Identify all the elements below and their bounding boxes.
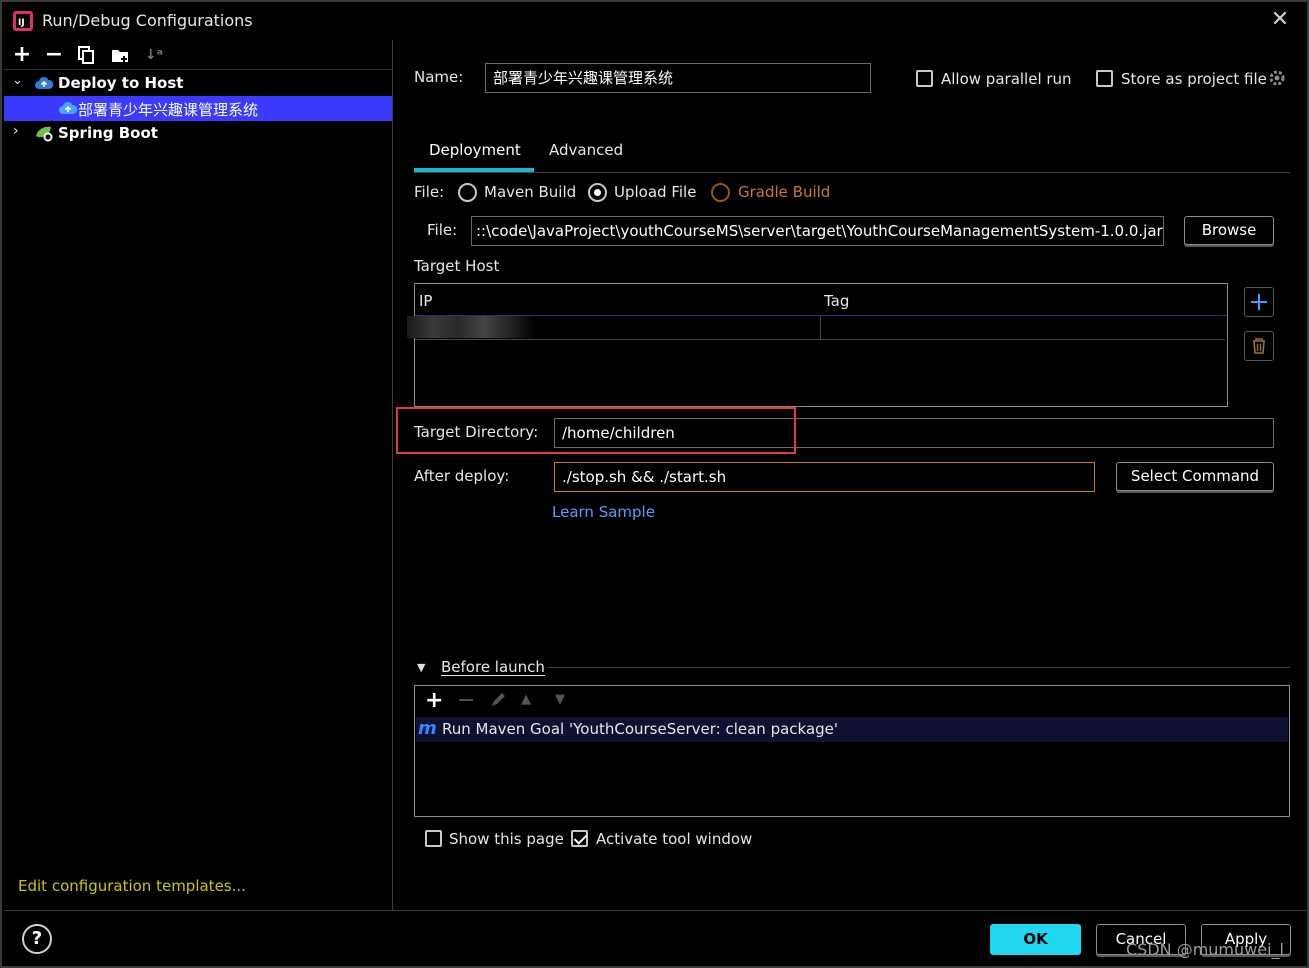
column-header-tag: Tag <box>824 292 850 310</box>
activate-tool-label: Activate tool window <box>596 830 753 848</box>
highlight-box <box>396 407 796 454</box>
maven-build-radio[interactable] <box>458 183 477 202</box>
cloud-upload-icon <box>58 100 78 120</box>
file-source-label: File: <box>414 183 445 201</box>
help-icon[interactable]: ? <box>22 924 52 954</box>
file-path-label: File: <box>427 221 458 239</box>
activate-tool-checkbox[interactable] <box>571 830 588 847</box>
upload-file-label: Upload File <box>614 183 697 201</box>
svg-text:IJ: IJ <box>18 18 25 28</box>
column-divider <box>820 316 821 340</box>
after-deploy-field[interactable]: ./stop.sh && ./start.sh <box>554 462 1095 492</box>
tab-deployment[interactable]: Deployment <box>429 141 521 159</box>
browse-button[interactable]: Browse <box>1184 216 1274 245</box>
tree-group-spring-boot[interactable]: › Spring Boot <box>4 121 392 146</box>
name-field[interactable]: 部署青少年兴趣课管理系统 <box>485 63 871 93</box>
maven-build-label: Maven Build <box>484 183 577 201</box>
allow-parallel-checkbox[interactable] <box>916 70 933 87</box>
store-project-checkbox[interactable] <box>1096 70 1113 87</box>
new-folder-icon[interactable] <box>108 44 132 68</box>
upload-file-radio[interactable] <box>588 183 607 202</box>
tree-item-deploy-config[interactable]: 部署青少年兴趣课管理系统 <box>4 96 392 121</box>
column-header-ip: IP <box>419 292 433 310</box>
allow-parallel-label: Allow parallel run <box>941 70 1072 88</box>
run-debug-dialog: IJ Run/Debug Configurations ✕ + − ↓ᵃ ⌄ D… <box>0 0 1309 968</box>
collapse-triangle-icon[interactable]: ▼ <box>417 661 425 674</box>
target-host-table: IP Tag <box>407 283 1228 407</box>
tree-item-label: 部署青少年兴趣课管理系统 <box>78 101 259 119</box>
name-label: Name: <box>414 68 464 86</box>
tab-active-indicator <box>414 168 534 172</box>
show-page-checkbox[interactable] <box>425 830 442 847</box>
show-page-label: Show this page <box>449 830 564 848</box>
sort-icon[interactable]: ↓ᵃ <box>142 44 166 68</box>
gradle-build-label: Gradle Build <box>738 183 831 201</box>
spring-boot-icon <box>34 124 54 146</box>
learn-sample-link[interactable]: Learn Sample <box>552 503 655 521</box>
target-host-label: Target Host <box>414 257 500 275</box>
watermark-text: CSDN @mumuwei_l <box>1126 940 1284 959</box>
before-launch-title[interactable]: Before launch <box>441 658 545 676</box>
ok-button[interactable]: OK <box>990 924 1081 955</box>
tree-group-deploy-to-host[interactable]: ⌄ Deploy to Host <box>4 71 392 96</box>
trash-icon[interactable] <box>1244 331 1274 361</box>
move-down-icon: ▼ <box>555 692 565 707</box>
file-path-field[interactable]: ::\code\JavaProject\youthCourseMS\server… <box>471 216 1164 246</box>
chevron-right-icon[interactable]: › <box>13 123 19 139</box>
remove-config-icon[interactable]: − <box>42 44 66 68</box>
tree-group-label: Deploy to Host <box>58 74 184 92</box>
before-launch-separator <box>548 667 1290 668</box>
tab-advanced[interactable]: Advanced <box>549 141 623 159</box>
after-deploy-label: After deploy: <box>414 467 510 485</box>
cloud-upload-icon <box>34 75 54 95</box>
table-header: IP Tag <box>415 284 1227 316</box>
chevron-down-icon[interactable]: ⌄ <box>12 73 23 88</box>
window-title: Run/Debug Configurations <box>42 11 253 30</box>
close-icon[interactable]: ✕ <box>1268 9 1292 33</box>
copy-config-icon[interactable] <box>74 44 98 68</box>
config-toolbar: + − ↓ᵃ <box>4 42 392 70</box>
remove-task-icon: − <box>457 688 476 713</box>
gradle-build-radio <box>711 183 730 202</box>
add-task-icon[interactable]: + <box>425 688 443 713</box>
tab-divider <box>414 172 1290 173</box>
store-project-label: Store as project file <box>1121 70 1267 88</box>
gear-icon[interactable] <box>1268 69 1286 91</box>
select-command-button[interactable]: Select Command <box>1116 462 1274 491</box>
task-label: Run Maven Goal 'YouthCourseServer: clean… <box>442 720 839 738</box>
list-item[interactable]: m Run Maven Goal 'YouthCourseServer: cle… <box>416 717 1288 742</box>
add-host-icon[interactable] <box>1244 287 1274 317</box>
maven-icon: m <box>418 718 437 739</box>
title-bar: IJ Run/Debug Configurations ✕ <box>2 2 1307 40</box>
blurred-ip-value <box>407 316 535 338</box>
before-launch-panel: + − ▲ ▼ m Run Maven Goal 'YouthCourseSer… <box>414 685 1290 817</box>
tree-group-label: Spring Boot <box>58 124 158 142</box>
move-up-icon: ▲ <box>521 692 531 707</box>
intellij-app-icon: IJ <box>12 10 34 32</box>
edit-templates-link[interactable]: Edit configuration templates... <box>18 877 246 895</box>
edit-task-icon <box>489 691 507 713</box>
panel-divider[interactable] <box>392 40 393 910</box>
add-config-icon[interactable]: + <box>10 44 34 68</box>
before-launch-toolbar: + − ▲ ▼ <box>415 686 1289 716</box>
